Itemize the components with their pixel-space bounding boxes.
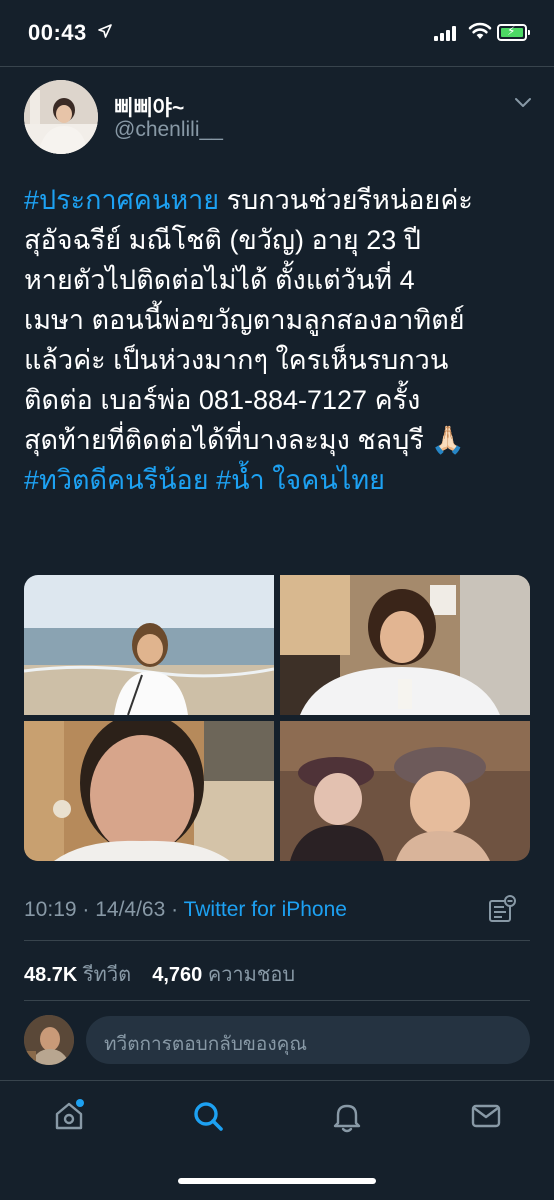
tweet-line: สุอัจฉรีย์ มณีโชติ (ขวัญ) อายุ 23 ปี (24, 220, 534, 260)
hashtag-link[interactable]: #ทวิตดีคนรีน้อย (24, 465, 209, 495)
tweet-line: #ประกาศคนหาย รบกวนช่วยรีหน่อยค่ะ (24, 180, 534, 220)
tweet-text-segment: รบกวนช่วยรีหน่อยค่ะ (219, 185, 473, 215)
status-bar: 00:43 ⚡ (0, 0, 554, 66)
divider (0, 1080, 554, 1081)
tweet-text: #ประกาศคนหาย รบกวนช่วยรีหน่อยค่ะ สุอัจฉร… (24, 180, 534, 500)
tweet-line: สุดท้ายที่ติดต่อได้ที่บางละมุง ชลบุรี 🙏🏻 (24, 420, 534, 460)
search-icon[interactable] (188, 1096, 228, 1136)
likes-count: 4,760 (152, 964, 203, 986)
chevron-down-icon[interactable] (514, 96, 532, 114)
tweet-text-segment: สุอัจฉรีย์ มณีโชติ (ขวัญ) อายุ 23 ปี (24, 225, 421, 255)
hashtag-link[interactable]: #ประกาศคนหาย (24, 185, 219, 215)
divider (24, 1000, 530, 1001)
wifi-icon (468, 22, 492, 45)
photo-beach[interactable] (24, 575, 274, 715)
tweet-text-segment: แล้วค่ะ เป็นห่วงมากๆ ใครเห็นรบกวน (24, 345, 449, 375)
home-indicator[interactable] (178, 1178, 376, 1184)
likes-label: ความชอบ (202, 964, 296, 986)
retweets-count: 48.7K (24, 964, 78, 986)
photo-friends[interactable] (280, 721, 530, 861)
retweets-label: รีทวีต (77, 964, 132, 986)
tweet-line: ติดต่อ เบอร์พ่อ 081-884-7127 ครั้ง (24, 380, 534, 420)
tweet-source-link[interactable]: Twitter for iPhone (184, 898, 347, 921)
tweet-timestamp: 10:19 · 14/4/63 · (24, 898, 184, 921)
hashtag-link[interactable]: #น้ำ ใจคนไทย (216, 465, 385, 495)
status-time: 00:43 (28, 20, 87, 45)
divider (0, 66, 554, 67)
tweet-stats: 48.7K รีทวีต 4,760 ความชอบ (24, 958, 295, 990)
reply-placeholder: ทวีตการตอบกลับของคุณ (104, 1034, 307, 1055)
reply-input[interactable]: ทวีตการตอบกลับของคุณ (86, 1016, 530, 1064)
user-avatar[interactable] (24, 1015, 74, 1065)
tweet-line: #ทวิตดีคนรีน้อย #น้ำ ใจคนไทย (24, 460, 534, 500)
battery-charging-icon: ⚡ (497, 24, 530, 41)
tweet-text-segment (209, 465, 217, 495)
likes-stat[interactable]: 4,760 ความชอบ (152, 964, 295, 986)
author-handle[interactable]: @chenlili__ (114, 118, 223, 142)
tab-bar (0, 1082, 554, 1148)
tweet-line: แล้วค่ะ เป็นห่วงมากๆ ใครเห็นรบกวน (24, 340, 534, 380)
analytics-icon[interactable] (488, 895, 516, 928)
home-icon[interactable] (49, 1096, 89, 1136)
tweet-text-segment: สุดท้ายที่ติดต่อได้ที่บางละมุง ชลบุรี 🙏🏻 (24, 425, 465, 455)
retweets-stat[interactable]: 48.7K รีทวีต (24, 964, 131, 986)
photo-cafe[interactable] (280, 575, 530, 715)
tweet-text-segment: ติดต่อ เบอร์พ่อ 081-884-7127 ครั้ง (24, 385, 421, 415)
tweet-line: หายตัวไปติดต่อไม่ได้ ตั้งแต่วันที่ 4 (24, 260, 534, 300)
divider (24, 940, 530, 941)
notifications-icon[interactable] (327, 1096, 367, 1136)
tweet-text-segment: หายตัวไปติดต่อไม่ได้ ตั้งแต่วันที่ 4 (24, 265, 415, 295)
tweet-meta: 10:19 · 14/4/63 · Twitter for iPhone (24, 898, 347, 922)
photo-selfie[interactable] (24, 721, 274, 861)
media-grid (24, 575, 530, 861)
messages-icon[interactable] (466, 1096, 506, 1136)
location-arrow-icon (98, 24, 112, 43)
tweet-text-segment: เมษา ตอนนี้พ่อขวัญตามลูกสองอาทิตย์ (24, 305, 465, 335)
cellular-signal-icon (434, 25, 460, 41)
tweet-line: เมษา ตอนนี้พ่อขวัญตามลูกสองอาทิตย์ (24, 300, 534, 340)
author-avatar[interactable] (24, 80, 98, 154)
